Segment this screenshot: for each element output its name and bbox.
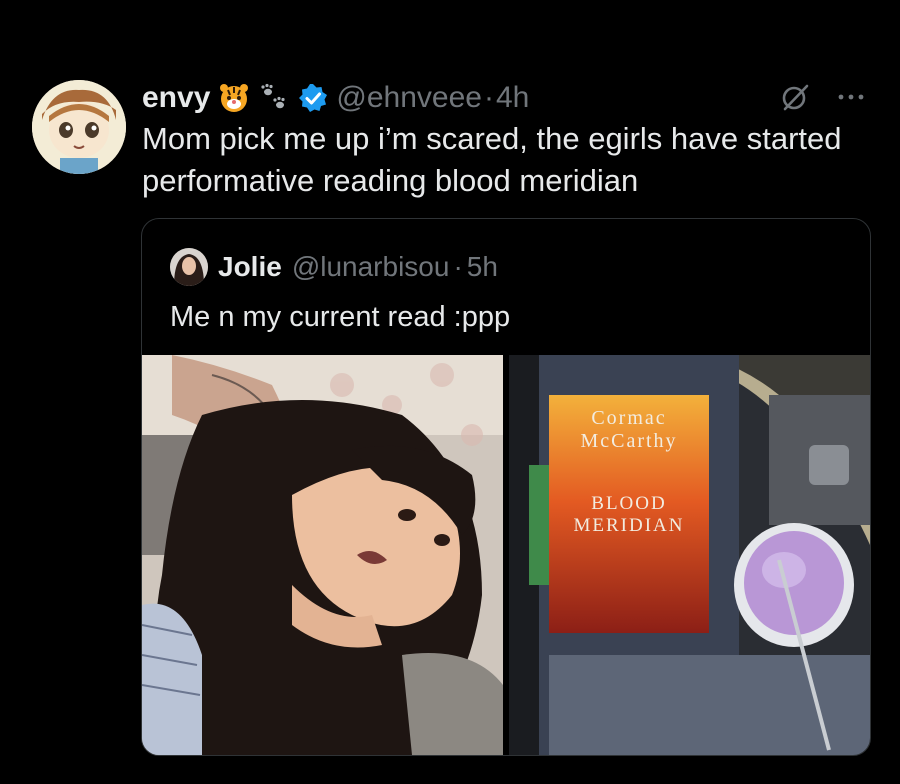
quoted-tweet[interactable]: Jolie @lunarbisou · 5h Me n my current rea…: [141, 218, 871, 756]
tweet-time[interactable]: 4h: [496, 81, 529, 115]
quoted-author-name[interactable]: Jolie: [218, 251, 282, 283]
separator-dot: ·: [483, 81, 494, 114]
author-avatar[interactable]: [32, 80, 126, 174]
tweet-header: envy @ehnveee · 4h: [142, 80, 529, 116]
media-grid: Cormac McCarthy BLOOD MERIDIAN: [142, 355, 870, 755]
tweet-text: Mom pick me up i’m scared, the egirls ha…: [142, 121, 842, 198]
book-title-line1: BLOOD: [591, 493, 667, 514]
paw-prints-emoji-icon: [258, 82, 290, 114]
avatar-illustration: [32, 80, 126, 174]
grok-icon[interactable]: [780, 82, 810, 112]
book-author-line1: Cormac: [591, 407, 667, 429]
author-name[interactable]: envy: [142, 81, 210, 115]
book-cover-text: Cormac McCarthy BLOOD MERIDIAN: [549, 407, 709, 537]
quoted-author-avatar[interactable]: [170, 248, 208, 286]
quoted-time[interactable]: 5h: [467, 251, 498, 283]
book-photo[interactable]: Cormac McCarthy BLOOD MERIDIAN: [509, 355, 870, 755]
quoted-tweet-text: Me n my current read :ppp: [170, 301, 511, 333]
author-handle[interactable]: @ehnveee: [336, 81, 482, 115]
more-icon[interactable]: [836, 82, 866, 112]
tiger-face-emoji-icon: [218, 82, 250, 114]
quoted-tweet-header: Jolie @lunarbisou · 5h: [170, 247, 498, 287]
selfie-photo[interactable]: [142, 355, 503, 755]
book-title-line2: MERIDIAN: [573, 515, 685, 536]
book-author-line2: McCarthy: [580, 430, 678, 452]
quoted-author-handle[interactable]: @lunarbisou: [292, 251, 450, 283]
verified-badge-icon[interactable]: [298, 83, 328, 113]
tweet-actions-top: [780, 82, 866, 112]
quoted-separator-dot: ·: [453, 251, 463, 282]
